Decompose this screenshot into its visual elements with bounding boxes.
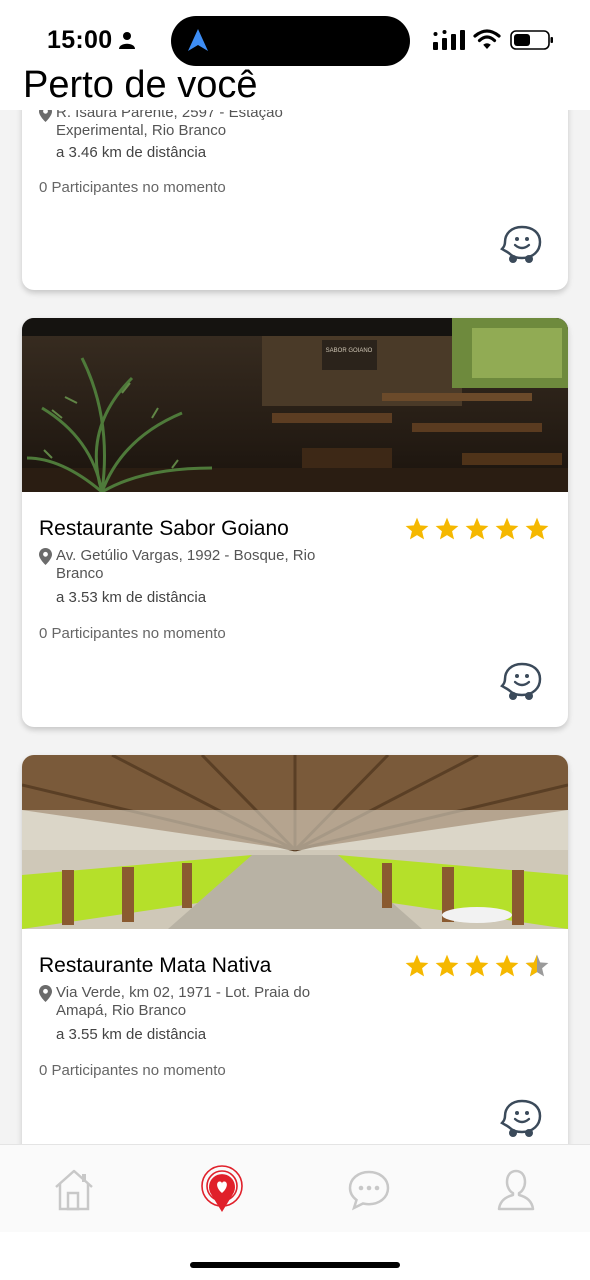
participants-count: 0 Participantes no momento <box>39 179 226 196</box>
star-icon <box>405 954 429 977</box>
place-address: Via Verde, km 02, 1971 - Lot. Praia do A… <box>56 984 311 1019</box>
place-address: R. Isaura Parente, 2597 - Estação Experi… <box>56 110 283 139</box>
place-card[interactable]: SABOR GOIANO Restaurante Sabor Goiano Av… <box>22 318 568 727</box>
star-icon <box>465 954 489 977</box>
star-icon <box>405 517 429 540</box>
status-time: 15:00 <box>47 26 113 54</box>
star-icon <box>495 954 519 977</box>
bottom-safe-area <box>0 1232 590 1280</box>
participants-count: 0 Participantes no momento <box>39 1062 226 1079</box>
waze-icon[interactable] <box>500 224 544 264</box>
page-title: Perto de você <box>23 64 258 106</box>
person-icon <box>119 32 135 49</box>
place-photo[interactable] <box>22 755 568 929</box>
star-half-icon <box>525 954 549 977</box>
star-icon <box>435 954 459 977</box>
rating-stars <box>404 953 550 979</box>
chat-icon[interactable] <box>344 1165 394 1215</box>
cellular-signal-icon <box>433 30 465 50</box>
place-card[interactable]: Restaurante Mata Nativa Via Verde, km 02… <box>22 755 568 1144</box>
profile-icon[interactable] <box>491 1165 541 1215</box>
star-icon <box>525 517 549 540</box>
star-icon <box>435 517 459 540</box>
battery-icon <box>510 30 553 50</box>
place-distance: a 3.46 km de distância <box>56 144 207 161</box>
place-photo[interactable]: SABOR GOIANO <box>22 318 568 492</box>
location-pin-icon <box>39 985 52 1002</box>
restaurant-sign: SABOR GOIANO <box>326 348 373 354</box>
location-pin-icon <box>39 548 52 565</box>
home-icon[interactable] <box>49 1165 99 1215</box>
place-name[interactable]: Restaurante Sabor Goiano <box>39 517 289 541</box>
bottom-navigation <box>0 1144 590 1232</box>
place-name[interactable]: Restaurante Mata Nativa <box>39 954 271 978</box>
navigation-arrow-icon <box>188 29 208 51</box>
location-heart-icon[interactable] <box>197 1161 247 1217</box>
dynamic-island <box>171 16 410 66</box>
places-list[interactable]: R. Isaura Parente, 2597 - Estação Experi… <box>0 110 590 1144</box>
place-distance: a 3.53 km de distância <box>56 589 207 606</box>
home-indicator[interactable] <box>190 1262 400 1268</box>
location-pin-icon <box>39 110 52 122</box>
star-icon <box>495 517 519 540</box>
waze-icon[interactable] <box>500 661 544 701</box>
participants-count: 0 Participantes no momento <box>39 625 226 642</box>
star-icon <box>465 517 489 540</box>
rating-stars <box>404 516 550 542</box>
place-card[interactable]: R. Isaura Parente, 2597 - Estação Experi… <box>22 110 568 290</box>
place-distance: a 3.55 km de distância <box>56 1026 207 1043</box>
wifi-icon <box>473 29 501 49</box>
place-address: Av. Getúlio Vargas, 1992 - Bosque, Rio B… <box>56 547 316 582</box>
waze-icon[interactable] <box>500 1098 544 1138</box>
